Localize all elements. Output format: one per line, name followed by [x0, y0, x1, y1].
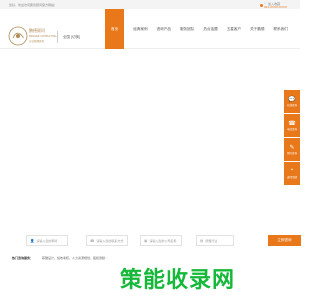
phone-icon: ☎	[288, 120, 296, 127]
main-nav: 首页 经典案例 咨询产品 服务团队 热点话题 五星客户 关于鹏德 联系我们	[103, 9, 297, 49]
logo-tagline: 企业管理咨询	[29, 40, 45, 43]
side-tool-label: 预约咨询	[286, 151, 297, 155]
nav-item-cases[interactable]: 经典案例	[133, 9, 147, 49]
hot-services-text: 薪酬设计，绩效考核，人力资源规划，股权激励…	[42, 256, 109, 260]
name-placeholder: 请输入您的称呼	[36, 238, 58, 243]
welcome-text: 您好，欢迎访问鹏德顾问官方网站！	[9, 3, 58, 7]
logo-emblem-icon	[8, 26, 28, 46]
phone-placeholder: 请输入您的联系方式	[96, 238, 124, 243]
site-logo[interactable]: 鹏德顾问 PENGDE CONSULTING 企业管理咨询	[8, 26, 56, 46]
phone-field[interactable]: ☎ 请输入您的联系方式	[86, 235, 128, 246]
side-tool-label: 电话咨询	[286, 127, 297, 131]
edit-icon: ✎	[289, 144, 295, 151]
back-to-top-button[interactable]: ⌃ 返回顶部	[284, 162, 300, 185]
hero-banner	[0, 50, 300, 225]
side-tool-label: 在线咨询	[286, 103, 297, 107]
logo-name: 鹏德顾问	[29, 28, 45, 33]
header-divider	[57, 31, 58, 43]
logo-english: PENGDE CONSULTING	[29, 35, 57, 38]
nav-item-home[interactable]: 首页	[105, 9, 125, 49]
nav-item-clients[interactable]: 五星客户	[227, 9, 241, 49]
nav-item-team[interactable]: 服务团队	[180, 9, 194, 49]
phone-icon	[260, 4, 263, 7]
online-consult-button[interactable]: 💬 在线咨询	[284, 90, 300, 113]
appointment-button[interactable]: ✎ 预约咨询	[284, 138, 300, 161]
top-icon: ⌃	[289, 168, 295, 175]
watermark-text: 策能收录网	[120, 268, 236, 293]
nav-item-products[interactable]: 咨询产品	[157, 9, 171, 49]
industry-select[interactable]: ▤ 所属行业	[196, 235, 234, 246]
phone-icon: ☎	[90, 238, 95, 243]
hot-services-label: 热门咨询服务：	[12, 256, 34, 260]
top-utility-bar: 您好，欢迎访问鹏德顾问官方网站！ ☆ 加入收藏 021-XXXX-XXXX	[0, 0, 300, 9]
grid-icon: ▤	[200, 238, 204, 243]
phone-consult-button[interactable]: ☎ 电话咨询	[284, 114, 300, 137]
nav-item-about[interactable]: 关于鹏德	[250, 9, 264, 49]
city-switcher[interactable]: 全国 [切换]	[63, 35, 80, 40]
chat-icon: 💬	[288, 96, 296, 103]
hotline-number: 021-XXXX-XXXX	[264, 4, 288, 9]
consult-form: 👤 请输入您的称呼 ☎ 请输入您的联系方式 ▣ 请输入您的公司名称 ▤ 所属行业…	[20, 235, 301, 248]
submit-consult-button[interactable]: 立即咨询	[268, 235, 301, 246]
name-field[interactable]: 👤 请输入您的称呼	[26, 235, 68, 246]
user-icon: 👤	[30, 238, 35, 243]
floating-toolbar: 💬 在线咨询 ☎ 电话咨询 ✎ 预约咨询 ⌃ 返回顶部	[284, 90, 300, 186]
industry-placeholder: 所属行业	[205, 238, 218, 243]
company-placeholder: 请输入您的公司名称	[149, 238, 177, 243]
company-field[interactable]: ▣ 请输入您的公司名称	[140, 235, 182, 246]
building-icon: ▣	[144, 238, 148, 243]
side-tool-label: 返回顶部	[286, 175, 297, 179]
nav-item-topics[interactable]: 热点话题	[203, 9, 217, 49]
nav-item-contact[interactable]: 联系我们	[273, 9, 287, 49]
